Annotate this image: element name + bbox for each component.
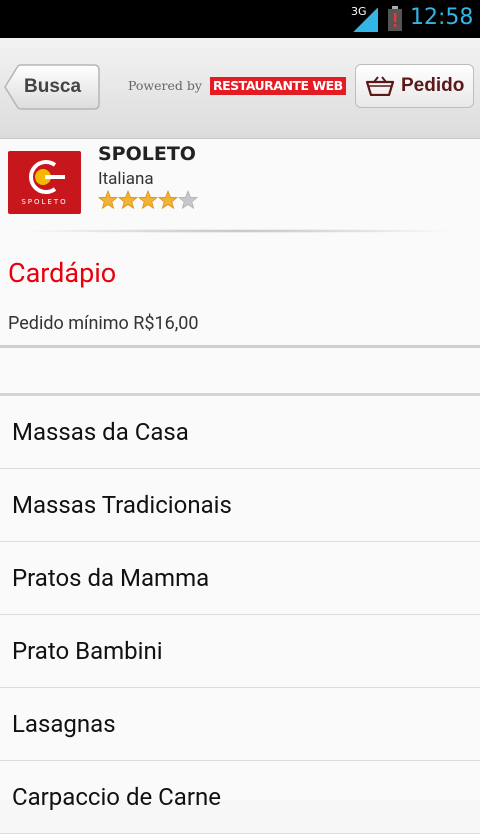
restaurant-cuisine: Italiana [98,169,154,189]
back-button[interactable]: Busca [4,64,100,110]
menu-category-item[interactable]: Prato Bambini [0,615,480,688]
header-shadow-divider [16,229,460,233]
powered-by-text: Powered by [128,78,202,93]
restaurant-name: SPOLETO [98,143,196,165]
back-button-label: Busca [24,76,82,97]
menu-category-item[interactable]: Pratos da Mamma [0,542,480,615]
signal-icon [353,8,378,32]
star-filled-icon [117,190,139,210]
rating-stars [98,190,199,210]
menu-category-label: Carpaccio de Carne [12,783,221,811]
spoleto-logo-icon [29,160,65,194]
menu-category-label: Lasagnas [12,710,116,738]
basket-icon [366,76,394,96]
menu-category-item[interactable]: Massas Tradicionais [0,469,480,542]
status-bar: 3G 12:58 [0,0,480,38]
minimum-order-text: Pedido mínimo R$16,00 [8,313,199,334]
menu-category-label: Massas da Casa [12,418,189,446]
restaurant-menu-page: SPOLETO SPOLETO Italiana Cardápio Pedido… [0,139,480,834]
menu-category-item[interactable]: Massas da Casa [0,396,480,469]
action-bar: Busca Powered by RESTAURANTE WEB Pedido [0,38,480,139]
menu-category-label: Prato Bambini [12,637,163,665]
menu-category-label: Pratos da Mamma [12,564,210,592]
restaurante-web-logo: RESTAURANTE WEB [210,77,346,95]
star-empty-icon [177,190,199,210]
star-filled-icon [98,190,119,210]
star-filled-icon [157,190,179,210]
menu-category-item[interactable]: Lasagnas [0,688,480,761]
battery-alert-icon [388,6,402,31]
menu-category-label: Massas Tradicionais [12,491,232,519]
menu-category-item[interactable]: Carpaccio de Carne [0,761,480,834]
order-button[interactable]: Pedido [355,64,474,108]
order-button-label: Pedido [401,75,465,96]
restaurant-logo: SPOLETO [8,151,81,214]
section-title: Cardápio [8,257,117,289]
star-filled-icon [137,190,159,210]
divider [0,345,480,348]
menu-category-list: Massas da Casa Massas Tradicionais Pratos … [0,396,480,834]
clock: 12:58 [410,5,474,30]
restaurant-logo-text: SPOLETO [21,198,68,206]
